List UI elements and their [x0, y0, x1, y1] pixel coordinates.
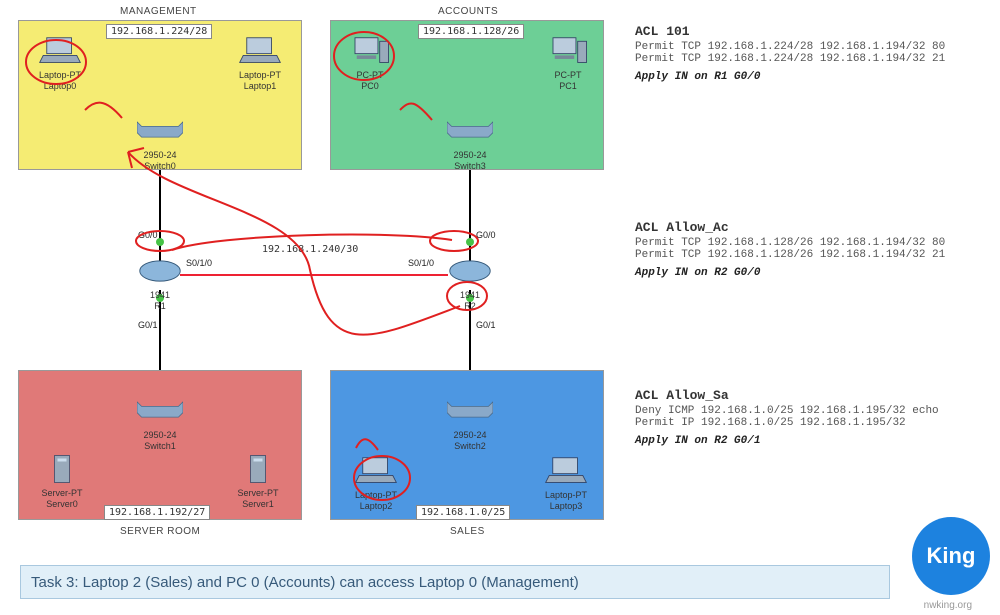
device-server0[interactable]: Server-PT Server0	[30, 454, 94, 509]
switch-icon	[137, 116, 183, 146]
wan-subnet: 192.168.1.240/30	[262, 244, 358, 255]
subnet-srv: 192.168.1.192/27	[104, 505, 210, 520]
iface-r1-s010: S0/1/0	[186, 258, 212, 268]
switch-icon	[447, 396, 493, 426]
diagram: MANAGEMENT ACCOUNTS SERVER ROOM SALES 19…	[0, 0, 620, 550]
router-icon	[447, 256, 493, 286]
server-icon	[235, 454, 281, 484]
server-icon	[39, 454, 85, 484]
iface-r2-s010: S0/1/0	[408, 258, 434, 268]
laptop-icon	[37, 36, 83, 66]
device-switch1[interactable]: 2950-24 Switch1	[128, 396, 192, 451]
device-r1[interactable]: 1941 R1	[128, 256, 192, 311]
acl-101: ACL 101 Permit TCP 192.168.1.224/28 192.…	[635, 24, 995, 83]
pc-icon	[347, 36, 393, 66]
device-switch2[interactable]: 2950-24 Switch2	[438, 396, 502, 451]
zone-title-srv: SERVER ROOM	[120, 526, 200, 537]
iface-r1-g01: G0/1	[138, 320, 158, 330]
laptop-icon	[353, 456, 399, 486]
device-laptop1[interactable]: Laptop-PT Laptop1	[228, 36, 292, 91]
device-pc0[interactable]: PC-PT PC0	[338, 36, 402, 91]
subnet-acct: 192.168.1.128/26	[418, 24, 524, 39]
acl-allow-ac: ACL Allow_Ac Permit TCP 192.168.1.128/26…	[635, 220, 995, 279]
king-logo: King	[912, 517, 990, 595]
acl-allow-sa: ACL Allow_Sa Deny ICMP 192.168.1.0/25 19…	[635, 388, 995, 447]
iface-r2-g01: G0/1	[476, 320, 496, 330]
switch-icon	[137, 396, 183, 426]
device-server1[interactable]: Server-PT Server1	[226, 454, 290, 509]
task-text: Task 3: Laptop 2 (Sales) and PC 0 (Accou…	[31, 574, 579, 591]
device-laptop3[interactable]: Laptop-PT Laptop3	[534, 456, 598, 511]
iface-r1-g00: G0/0	[138, 230, 158, 240]
router-icon	[137, 256, 183, 286]
zone-title-sales: SALES	[450, 526, 485, 537]
device-switch0[interactable]: 2950-24 Switch0	[128, 116, 192, 171]
task-bar: Task 3: Laptop 2 (Sales) and PC 0 (Accou…	[20, 565, 890, 599]
zone-title-acct: ACCOUNTS	[438, 6, 498, 17]
switch-icon	[447, 116, 493, 146]
subnet-mgmt: 192.168.1.224/28	[106, 24, 212, 39]
device-laptop2[interactable]: Laptop-PT Laptop2	[344, 456, 408, 511]
subnet-sales: 192.168.1.0/25	[416, 505, 510, 520]
pc-icon	[545, 36, 591, 66]
device-pc1[interactable]: PC-PT PC1	[536, 36, 600, 91]
device-r2[interactable]: 1941 R2	[438, 256, 502, 311]
zone-title-mgmt: MANAGEMENT	[120, 6, 197, 17]
watermark: nwking.org	[924, 600, 972, 611]
device-switch3[interactable]: 2950-24 Switch3	[438, 116, 502, 171]
laptop-icon	[237, 36, 283, 66]
iface-r2-g00: G0/0	[476, 230, 496, 240]
laptop-icon	[543, 456, 589, 486]
device-laptop0[interactable]: Laptop-PT Laptop0	[28, 36, 92, 91]
